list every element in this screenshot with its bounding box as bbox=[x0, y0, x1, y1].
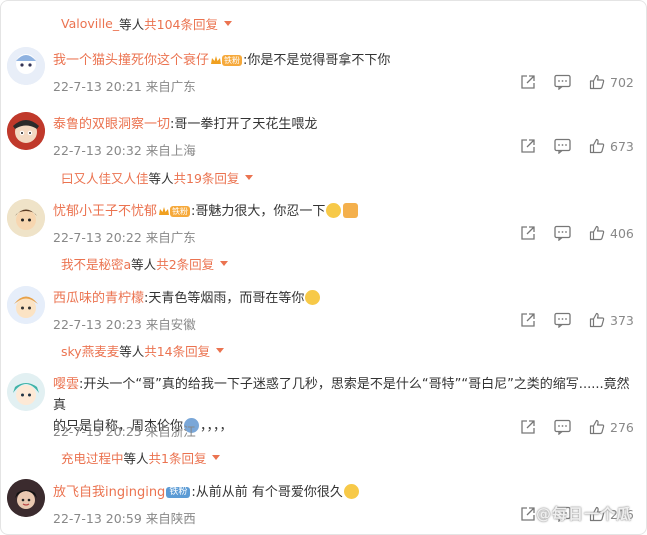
comment-user[interactable]: 我一个猫头撞死你这个衰仔 bbox=[53, 53, 209, 68]
avatar[interactable] bbox=[7, 373, 45, 411]
reply-summary[interactable]: 曰又人佳又人佳 等人 共19条回复 bbox=[61, 168, 254, 187]
comment-body: :哥魅力很大，你忍一下 bbox=[191, 204, 326, 219]
share-icon[interactable] bbox=[520, 506, 536, 522]
share-icon[interactable] bbox=[520, 419, 536, 435]
avatar[interactable] bbox=[7, 286, 45, 324]
share-icon[interactable] bbox=[520, 138, 536, 154]
share-icon[interactable] bbox=[520, 74, 536, 90]
reply-count[interactable]: 共2条回复 bbox=[156, 254, 214, 273]
thumbs-up-icon bbox=[589, 74, 605, 90]
comment-actions: 673 bbox=[502, 138, 634, 154]
like-button[interactable]: 702 bbox=[589, 74, 634, 90]
share-icon[interactable] bbox=[520, 312, 536, 328]
comment-text: 泰鲁的双眼洞察一切:哥一拳打开了天花生喂龙 bbox=[53, 114, 638, 135]
like-button[interactable]: 673 bbox=[589, 138, 634, 154]
reply-summary[interactable]: 我不是秘密a 等人 共2条回复 bbox=[61, 254, 229, 273]
comment-meta: 22-7-13 20:25 来自浙江 bbox=[53, 424, 196, 439]
comment-body: :从前从前 有个哥爱你很久 bbox=[191, 485, 343, 500]
reply-middle: 等人 bbox=[119, 17, 145, 32]
comment-icon[interactable] bbox=[554, 312, 571, 328]
like-count: 406 bbox=[610, 225, 634, 241]
reply-middle: 等人 bbox=[119, 344, 145, 359]
like-button[interactable]: 276 bbox=[589, 419, 634, 435]
comment-user[interactable]: 泰鲁的双眼洞察一切 bbox=[53, 117, 170, 132]
reply-user[interactable]: sky燕麦麦 bbox=[61, 341, 119, 360]
thumbs-up-icon bbox=[589, 312, 605, 328]
comment-user[interactable]: 嘤雲 bbox=[53, 377, 79, 392]
comment-user[interactable]: 放飞自我inginging bbox=[53, 485, 165, 500]
watermark: @每日一个瓜 bbox=[535, 505, 632, 523]
chevron-down-icon[interactable] bbox=[224, 21, 232, 26]
avatar[interactable] bbox=[7, 112, 45, 150]
reply-count[interactable]: 共14条回复 bbox=[144, 341, 210, 360]
flex-emoji-icon bbox=[343, 203, 359, 218]
like-count: 702 bbox=[610, 74, 634, 90]
reply-user[interactable]: 充电过程中 bbox=[61, 448, 124, 467]
avatar[interactable] bbox=[7, 199, 45, 237]
like-button[interactable]: 406 bbox=[589, 225, 634, 241]
like-count: 373 bbox=[610, 312, 634, 328]
avatar[interactable] bbox=[7, 47, 45, 85]
comment-body: :哥一拳打开了天花生喂龙 bbox=[170, 117, 318, 132]
reply-count[interactable]: 共104条回复 bbox=[144, 14, 218, 33]
like-count: 673 bbox=[610, 138, 634, 154]
share-icon[interactable] bbox=[520, 225, 536, 241]
chevron-down-icon[interactable] bbox=[220, 261, 229, 266]
comment-body: :开头一个“哥”真的给我一下子迷惑了几秒，思索是不是什么“哥特”“哥白尼”之类的… bbox=[53, 377, 630, 413]
comment-body: :你是不是觉得哥拿不下你 bbox=[243, 53, 391, 68]
reply-middle: 等人 bbox=[148, 171, 174, 186]
fan-badge: 铁粉 bbox=[166, 487, 191, 498]
smirk-emoji-icon bbox=[326, 203, 342, 218]
comment-icon[interactable] bbox=[554, 74, 571, 90]
thumbs-up-icon bbox=[589, 138, 605, 154]
crown-icon bbox=[211, 56, 222, 64]
chevron-down-icon[interactable] bbox=[216, 348, 225, 353]
smirk-emoji-icon bbox=[343, 484, 359, 499]
comment-actions: 702 bbox=[502, 74, 634, 90]
comment-user[interactable]: 忧郁小王子不忧郁 bbox=[53, 204, 157, 219]
crown-icon bbox=[159, 207, 170, 215]
comment-user[interactable]: 西瓜味的青柠檬 bbox=[53, 291, 144, 306]
comment-text: 忧郁小王子不忧郁 铁粉:哥魅力很大，你忍一下 bbox=[53, 201, 638, 222]
comment-meta: 22-7-13 20:59 来自陕西 bbox=[53, 511, 196, 526]
comment-body: :天青色等烟雨，而哥在等你 bbox=[144, 291, 305, 306]
comment-meta: 22-7-13 20:21 来自广东 bbox=[53, 79, 196, 94]
reply-middle: 等人 bbox=[123, 451, 149, 466]
fan-badge: 铁粉 bbox=[170, 206, 191, 217]
reply-user[interactable]: 我不是秘密a bbox=[61, 254, 131, 273]
comment-meta: 22-7-13 20:22 来自广东 bbox=[53, 230, 196, 245]
thumbs-up-icon bbox=[589, 419, 605, 435]
comment-meta: 22-7-13 20:23 来自安徽 bbox=[53, 317, 196, 332]
like-button[interactable]: 373 bbox=[589, 312, 634, 328]
comment-actions: 373 bbox=[502, 312, 634, 328]
chevron-down-icon[interactable] bbox=[212, 455, 221, 460]
thumbs-up-icon bbox=[589, 225, 605, 241]
fan-badge: 铁粉 bbox=[222, 55, 243, 66]
reply-summary[interactable]: sky燕麦麦 等人 共14条回复 bbox=[61, 341, 225, 360]
comment-icon[interactable] bbox=[554, 225, 571, 241]
comment-text: 我一个猫头撞死你这个衰仔 铁粉:你是不是觉得哥拿不下你 bbox=[53, 50, 638, 71]
reply-summary[interactable]: Valoville_ 等人 共104条回复 bbox=[61, 14, 232, 33]
comment-actions: 406 bbox=[502, 225, 634, 241]
comment-text: 西瓜味的青柠檬:天青色等烟雨，而哥在等你 bbox=[53, 288, 638, 309]
reply-middle: 等人 bbox=[131, 257, 157, 272]
like-count: 276 bbox=[610, 419, 634, 435]
comment-icon[interactable] bbox=[554, 138, 571, 154]
reply-summary[interactable]: 充电过程中 等人 共1条回复 bbox=[61, 448, 221, 467]
comment-text: 放飞自我inginging 铁粉:从前从前 有个哥爱你很久 bbox=[53, 482, 638, 503]
avatar[interactable] bbox=[7, 479, 45, 517]
reply-count[interactable]: 共1条回复 bbox=[149, 448, 207, 467]
chevron-down-icon[interactable] bbox=[245, 175, 254, 180]
comment-meta: 22-7-13 20:32 来自上海 bbox=[53, 143, 196, 158]
reply-user[interactable]: Valoville_ bbox=[61, 16, 119, 31]
comment-panel: Valoville_ 等人 共104条回复 我一个猫头撞死你这个衰仔 铁粉:你是不… bbox=[0, 0, 647, 535]
comment-body-tail: ，，，， bbox=[200, 419, 233, 434]
comment-icon[interactable] bbox=[554, 419, 571, 435]
sunglasses-emoji-icon bbox=[305, 290, 321, 305]
reply-user[interactable]: 曰又人佳又人佳 bbox=[61, 168, 149, 187]
comment-actions: 276 bbox=[502, 419, 634, 435]
reply-count[interactable]: 共19条回复 bbox=[174, 168, 240, 187]
